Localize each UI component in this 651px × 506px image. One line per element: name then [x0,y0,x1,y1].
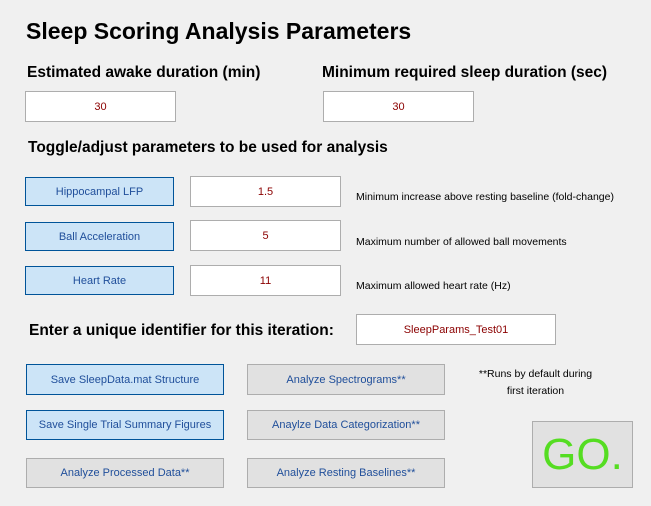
save-sleepdata-button[interactable]: Save SleepData.mat Structure [26,364,224,395]
default-run-note-line1: **Runs by default during [478,368,593,380]
min-sleep-duration-input[interactable]: 30 [323,91,474,122]
awake-duration-label: Estimated awake duration (min) [27,64,261,81]
ball-acceleration-description: Maximum number of allowed ball movements [356,236,567,248]
save-single-trial-figures-button[interactable]: Save Single Trial Summary Figures [26,410,224,440]
heart-rate-description: Maximum allowed heart rate (Hz) [356,280,511,292]
heart-rate-toggle[interactable]: Heart Rate [25,266,174,295]
ball-acceleration-input[interactable]: 5 [190,220,341,251]
hippocampal-lfp-toggle[interactable]: Hippocampal LFP [25,177,174,206]
analyze-resting-baselines-button[interactable]: Analyze Resting Baselines** [247,458,445,488]
hippocampal-lfp-description: Minimum increase above resting baseline … [356,191,614,203]
default-run-note: **Runs by default during first iteration [463,366,608,400]
heart-rate-input[interactable]: 11 [190,265,341,296]
awake-duration-input[interactable]: 30 [25,91,176,122]
analyze-processed-data-button[interactable]: Analyze Processed Data** [26,458,224,488]
analyze-spectrograms-button[interactable]: Analyze Spectrograms** [247,364,445,395]
identifier-input[interactable]: SleepParams_Test01 [356,314,556,345]
min-sleep-duration-label: Minimum required sleep duration (sec) [322,64,608,81]
go-button[interactable]: GO. [532,421,633,488]
hippocampal-lfp-input[interactable]: 1.5 [190,176,341,207]
page-title: Sleep Scoring Analysis Parameters [26,18,412,44]
identifier-label: Enter a unique identifier for this itera… [29,322,334,339]
default-run-note-line2: first iteration [506,385,565,397]
ball-acceleration-toggle[interactable]: Ball Acceleration [25,222,174,251]
toggle-parameters-heading: Toggle/adjust parameters to be used for … [28,139,388,156]
analyze-data-categorization-button[interactable]: Anaylze Data Categorization** [247,410,445,440]
